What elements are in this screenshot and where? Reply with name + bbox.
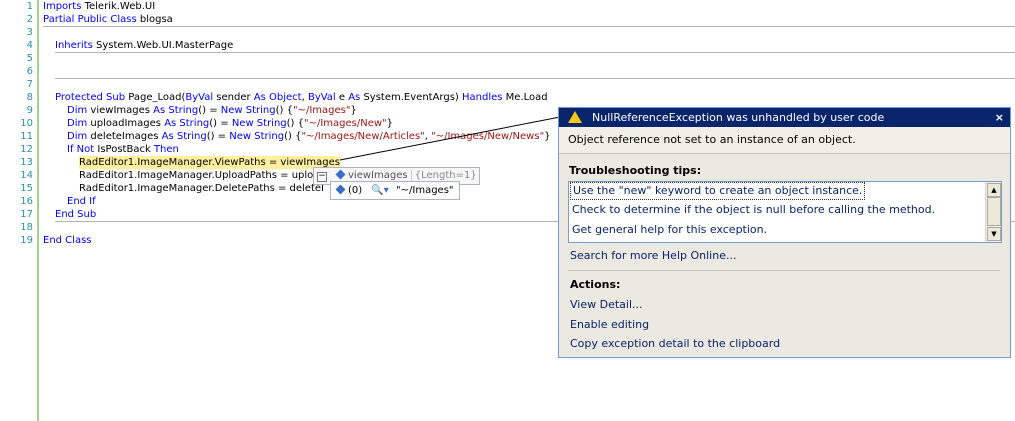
datatip-child[interactable]: (0) 🔍▾ "~/Images" — [330, 181, 460, 200]
search-help-online-link[interactable]: Search for more Help Online... — [570, 249, 736, 262]
warning-icon — [568, 111, 582, 123]
troubleshooting-tips-list[interactable]: Use the "new" keyword to create an objec… — [568, 181, 1002, 243]
view-detail-link[interactable]: View Detail... — [570, 298, 643, 311]
exception-title: NullReferenceException was unhandled by … — [592, 111, 885, 124]
datatip-child-index: (0) — [348, 185, 363, 196]
troubleshooting-title: Troubleshooting tips: — [569, 164, 702, 177]
magnifier-icon[interactable]: 🔍▾ — [371, 185, 388, 196]
tips-scrollbar[interactable]: ▲ ▼ — [985, 182, 1001, 242]
tip-link[interactable]: Use the "new" keyword to create an objec… — [570, 182, 866, 200]
exception-header: NullReferenceException was unhandled by … — [559, 108, 1010, 127]
watch-icon — [335, 169, 346, 180]
section-divider — [568, 270, 1000, 271]
datatip-value: {Length=1} — [410, 170, 477, 181]
exception-assistant: NullReferenceException was unhandled by … — [558, 107, 1011, 358]
scroll-thumb[interactable] — [987, 197, 1001, 226]
scroll-up-icon[interactable]: ▲ — [987, 183, 1001, 197]
scroll-down-icon[interactable]: ▼ — [987, 227, 1001, 241]
close-icon[interactable]: × — [995, 108, 1004, 127]
watch-icon — [335, 184, 346, 195]
datatip-name: viewImages — [348, 170, 408, 181]
tip-link[interactable]: Check to determine if the object is null… — [572, 202, 935, 218]
copy-exception-link[interactable]: Copy exception detail to the clipboard — [570, 337, 780, 350]
actions-title: Actions: — [570, 278, 621, 291]
datatip-child-value: "~/Images" — [396, 185, 454, 196]
tip-link[interactable]: Get general help for this exception. — [572, 222, 767, 238]
collapse-icon[interactable]: − — [317, 172, 327, 182]
exception-message: Object reference not set to an instance … — [559, 127, 1010, 154]
enable-editing-link[interactable]: Enable editing — [570, 318, 649, 331]
